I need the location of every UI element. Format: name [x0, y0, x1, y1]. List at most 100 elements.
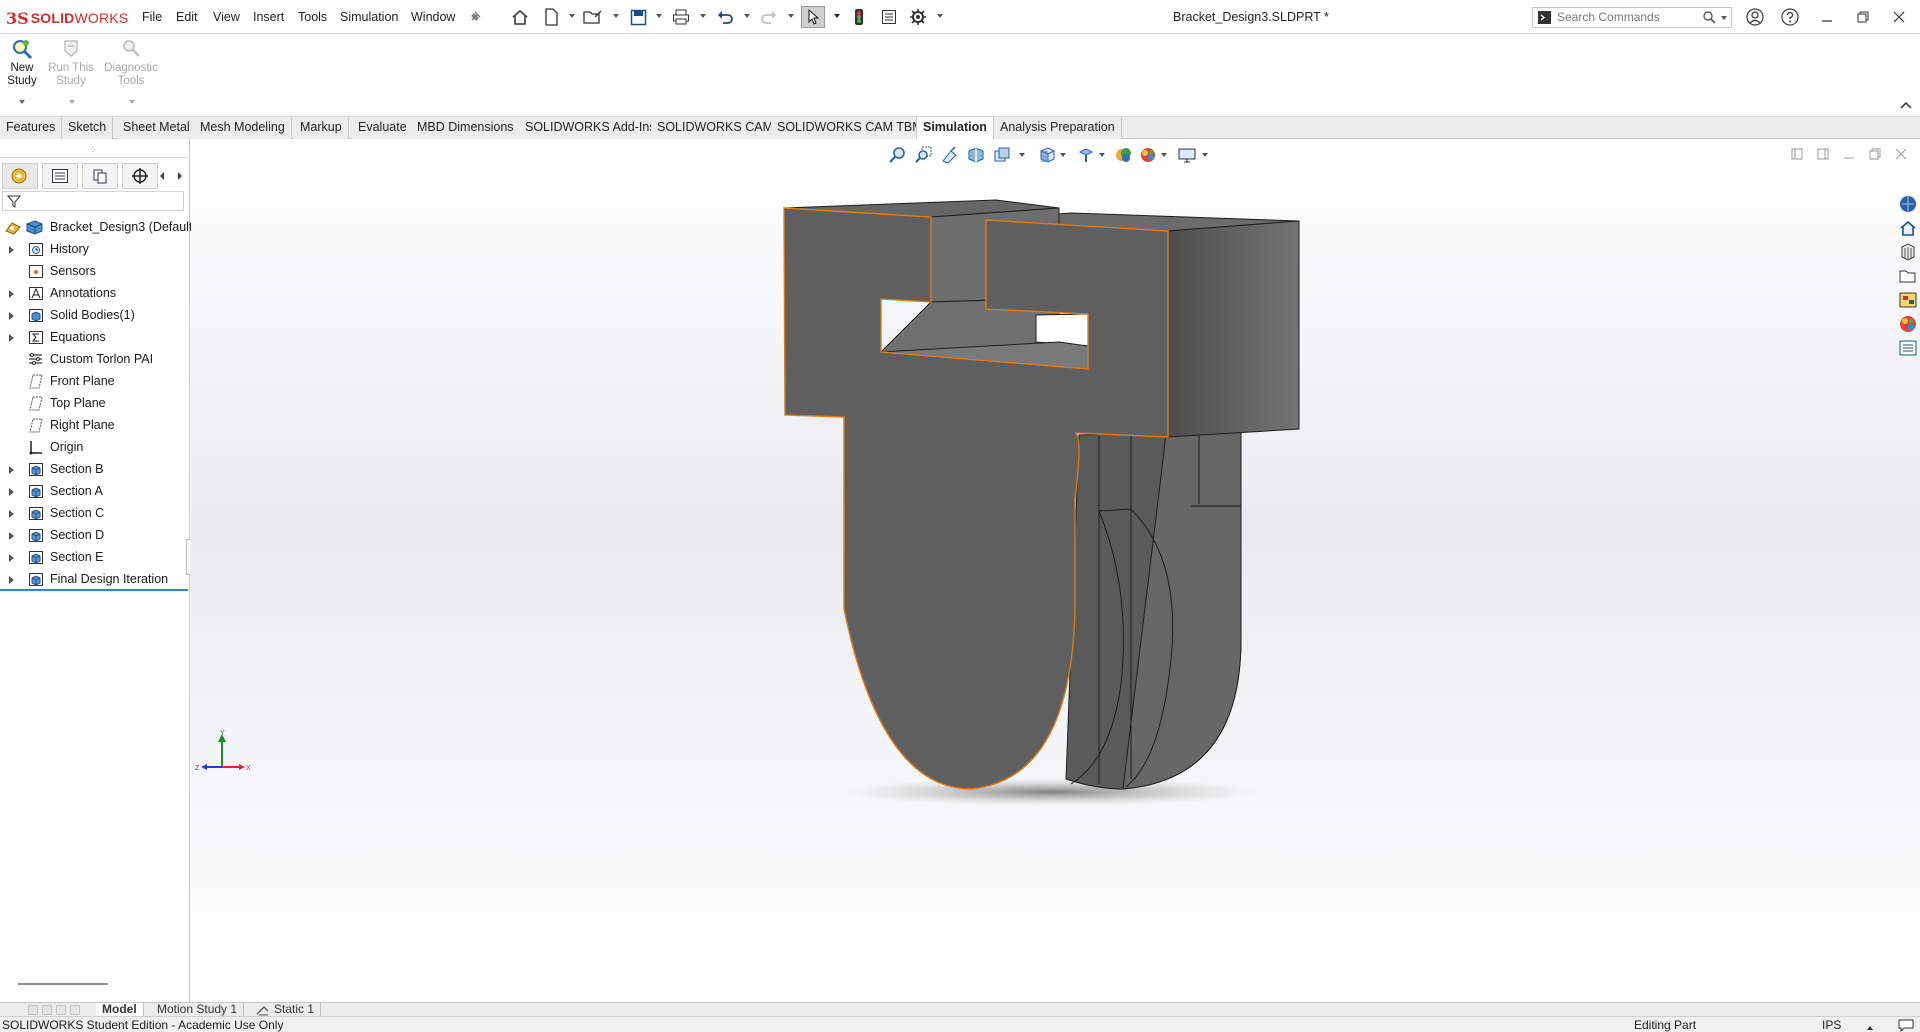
run-study-dropdown-icon[interactable] [69, 100, 75, 104]
tab-first-arrow-icon[interactable] [28, 1005, 38, 1015]
tree-item-right-plane[interactable]: Right Plane [0, 414, 190, 436]
minimize-icon[interactable] [1816, 7, 1838, 27]
tab-sheet-metal[interactable]: Sheet Metal [117, 117, 197, 139]
diagnostic-tools-button[interactable]: Diagnostic Tools [102, 38, 160, 88]
expand-arrow-icon[interactable] [9, 334, 14, 342]
tab-mbd-dimensions[interactable]: MBD Dimensions [411, 117, 521, 139]
tab-markup[interactable]: Markup [294, 117, 349, 139]
propertymanager-tab-icon[interactable] [42, 163, 78, 189]
tab-model[interactable]: Model [96, 1003, 144, 1017]
new-document-icon[interactable] [540, 7, 562, 27]
tab-simulation[interactable]: Simulation [916, 117, 994, 140]
panel-horizontal-scrollbar[interactable] [18, 983, 108, 985]
expand-arrow-icon[interactable] [9, 246, 14, 254]
tab-motion-study-1[interactable]: Motion Study 1 [151, 1003, 245, 1017]
tree-item-annotations[interactable]: Annotations [0, 282, 190, 304]
tree-item-section-a[interactable]: Section A [0, 480, 190, 502]
bracket-body[interactable] [783, 199, 1300, 790]
menu-insert[interactable]: Insert [253, 10, 284, 24]
menu-edit[interactable]: Edit [176, 10, 198, 24]
units-up-arrow-icon[interactable] [1866, 1020, 1874, 1032]
file-properties-icon[interactable] [878, 7, 900, 27]
new-study-dropdown-icon[interactable] [19, 100, 25, 104]
tree-item-solid-bodies-1[interactable]: Solid Bodies(1) [0, 304, 190, 326]
menu-file[interactable]: File [142, 10, 162, 24]
menu-window[interactable]: Window [411, 10, 455, 24]
restore-icon[interactable] [1852, 7, 1874, 27]
save-icon[interactable] [627, 7, 649, 27]
help-icon[interactable] [1779, 7, 1801, 27]
undo-dropdown-icon[interactable] [744, 14, 750, 18]
open-dropdown-icon[interactable] [613, 14, 619, 18]
tree-item-sensors[interactable]: Sensors [0, 260, 190, 282]
search-input[interactable] [1557, 10, 1697, 24]
redo-icon[interactable] [758, 7, 780, 27]
undo-icon[interactable] [714, 7, 736, 27]
tab-analysis-preparation[interactable]: Analysis Preparation [994, 117, 1122, 139]
expand-arrow-icon[interactable] [9, 466, 14, 474]
options-dropdown-icon[interactable] [937, 14, 943, 18]
bracket-3d-model[interactable] [191, 139, 1920, 1002]
tree-item-final-design-iteration[interactable]: Final Design Iteration [0, 568, 190, 590]
tab-features[interactable]: Features [0, 117, 63, 139]
tree-item-origin[interactable]: Origin [0, 436, 190, 458]
pin-icon[interactable] [464, 7, 486, 27]
tab-mesh-modeling[interactable]: Mesh Modeling [194, 117, 292, 139]
home-icon[interactable] [509, 7, 531, 27]
open-folder-icon[interactable] [582, 7, 604, 27]
panel-scroll-left-icon[interactable] [160, 172, 164, 180]
redo-dropdown-icon[interactable] [788, 14, 794, 18]
expand-arrow-icon[interactable] [9, 510, 14, 518]
tab-solidworks-cam[interactable]: SOLIDWORKS CAM [651, 117, 780, 139]
tree-root-part[interactable]: Bracket_Design3 (Default) [0, 216, 197, 238]
search-icon[interactable] [1703, 11, 1716, 27]
diagnostic-dropdown-icon[interactable] [129, 100, 135, 104]
tab-static-1[interactable]: Static 1 [250, 1003, 322, 1017]
print-dropdown-icon[interactable] [700, 14, 706, 18]
tree-item-section-c[interactable]: Section C [0, 502, 190, 524]
select-dropdown-icon[interactable] [834, 14, 840, 18]
expand-arrow-icon[interactable] [9, 290, 14, 298]
save-dropdown-icon[interactable] [656, 14, 662, 18]
tab-solidworks-add-ins[interactable]: SOLIDWORKS Add-Ins [519, 117, 663, 139]
units-selector[interactable]: IPS [1822, 1017, 1841, 1032]
menu-simulation[interactable]: Simulation [340, 10, 398, 24]
print-icon[interactable] [670, 7, 692, 27]
options-gear-icon[interactable] [907, 7, 929, 27]
close-icon[interactable] [1888, 7, 1910, 27]
tree-item-front-plane[interactable]: Front Plane [0, 370, 190, 392]
expand-arrow-icon[interactable] [9, 532, 14, 540]
panel-scroll-right-icon[interactable] [178, 172, 182, 180]
graphics-area[interactable]: Y Z X [191, 139, 1920, 1002]
expand-arrow-icon[interactable] [9, 312, 14, 320]
run-this-study-button[interactable]: Run This Study [46, 38, 96, 88]
menu-tools[interactable]: Tools [298, 10, 327, 24]
search-dropdown-icon[interactable] [1721, 16, 1727, 20]
tree-filter-box[interactable] [2, 191, 184, 211]
solidworks-logo[interactable]: 3S SOLIDWORKS [6, 8, 128, 28]
user-account-icon[interactable] [1744, 7, 1766, 27]
traffic-light-icon[interactable] [848, 7, 870, 27]
new-study-button[interactable]: New Study [6, 38, 38, 88]
panel-grip-icon[interactable]: ⁘ [89, 145, 97, 156]
search-commands-box[interactable] [1532, 7, 1732, 28]
tree-item-custom-torlon-pai[interactable]: Custom Torlon PAI [0, 348, 190, 370]
tree-item-equations[interactable]: Equations [0, 326, 190, 348]
menu-view[interactable]: View [213, 10, 240, 24]
collapse-ribbon-icon[interactable] [1900, 98, 1912, 112]
select-cursor-icon[interactable] [801, 6, 825, 28]
tab-solidworks-cam-tbm[interactable]: SOLIDWORKS CAM TBM [771, 117, 930, 139]
expand-arrow-icon[interactable] [9, 576, 14, 584]
featuremanager-tab-icon[interactable] [2, 163, 38, 189]
messages-icon[interactable] [1898, 1018, 1914, 1032]
tree-item-history[interactable]: History [0, 238, 190, 260]
new-dropdown-icon[interactable] [569, 14, 575, 18]
configurationmanager-tab-icon[interactable] [82, 163, 118, 189]
tree-item-section-e[interactable]: Section E [0, 546, 190, 568]
tree-item-top-plane[interactable]: Top Plane [0, 392, 190, 414]
expand-arrow-icon[interactable] [9, 488, 14, 496]
tree-item-section-b[interactable]: Section B [0, 458, 190, 480]
tree-item-section-d[interactable]: Section D [0, 524, 190, 546]
expand-arrow-icon[interactable] [9, 554, 14, 562]
tab-next-arrow-icon[interactable] [56, 1005, 66, 1015]
